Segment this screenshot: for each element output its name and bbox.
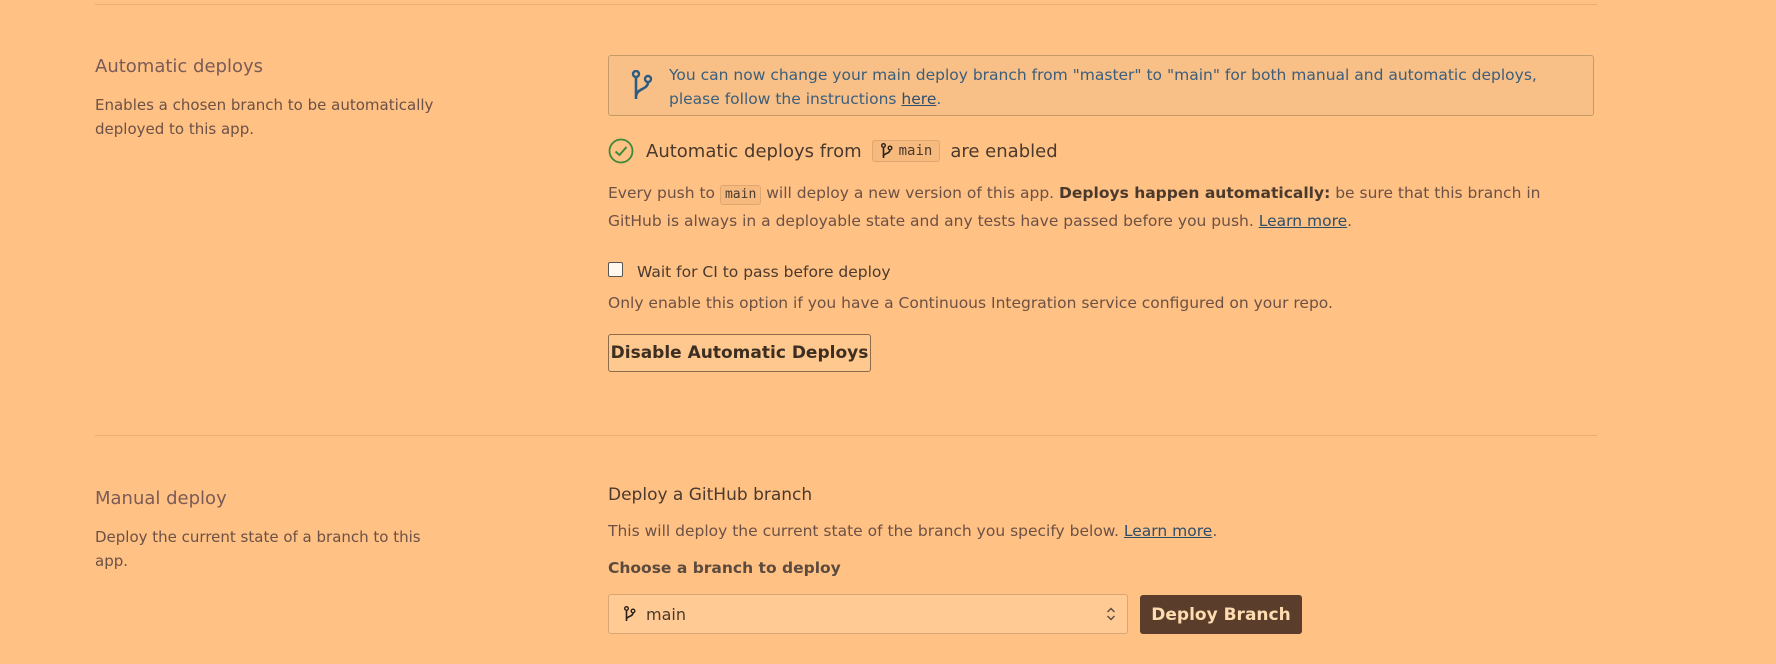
para-part-2: will deploy a new version of this app.	[761, 184, 1060, 202]
check-circle-icon	[608, 138, 634, 164]
info-banner: You can now change your main deploy bran…	[608, 55, 1594, 116]
deploy-branch-description: This will deploy the current state of th…	[608, 522, 1217, 540]
auto-deploy-status: Automatic deploys from main are enabled	[608, 136, 1058, 166]
choose-branch-label: Choose a branch to deploy	[608, 559, 841, 577]
deploy-branch-button[interactable]: Deploy Branch	[1140, 595, 1302, 634]
status-prefix: Automatic deploys from	[646, 140, 862, 162]
para-bold: Deploys happen automatically:	[1059, 184, 1331, 202]
ci-hint: Only enable this option if you have a Co…	[608, 294, 1333, 312]
manual-deploy-title: Manual deploy	[95, 488, 227, 509]
disable-auto-deploys-button[interactable]: Disable Automatic Deploys	[608, 334, 871, 372]
para-part-1: Every push to	[608, 184, 716, 202]
ci-checkbox-label[interactable]: Wait for CI to pass before deploy	[637, 263, 891, 281]
deploy-github-branch-title: Deploy a GitHub branch	[608, 485, 813, 505]
git-branch-icon	[631, 70, 653, 99]
status-suffix: are enabled	[950, 140, 1058, 162]
manual-learn-more-link[interactable]: Learn more	[1124, 522, 1212, 540]
section-divider	[95, 435, 1597, 436]
info-banner-text: You can now change your main deploy bran…	[669, 63, 1579, 111]
auto-deploys-title: Automatic deploys	[95, 56, 264, 77]
banner-here-link[interactable]: here	[901, 90, 936, 108]
auto-deploys-description: Enables a chosen branch to be automatica…	[95, 96, 434, 138]
branch-select[interactable]: main	[608, 594, 1128, 634]
banner-period: .	[936, 90, 942, 108]
git-branch-icon	[880, 143, 893, 158]
manual-deploy-description: Deploy the current state of a branch to …	[95, 528, 421, 570]
top-divider	[95, 4, 1597, 5]
ci-checkbox-row[interactable]: Wait for CI to pass before deploy	[608, 261, 891, 281]
branch-pill: main	[871, 140, 941, 162]
selected-branch: main	[646, 604, 686, 624]
banner-message: You can now change your main deploy bran…	[669, 66, 1537, 108]
status-branch-name: main	[898, 143, 933, 159]
learn-more-link[interactable]: Learn more	[1259, 212, 1347, 230]
ci-checkbox[interactable]	[608, 261, 623, 277]
para-period: .	[1347, 212, 1353, 230]
auto-deploy-explanation: Every push to main will deploy a new ver…	[608, 179, 1588, 235]
select-chevron-icon	[1107, 607, 1115, 621]
sub-desc-period: .	[1212, 522, 1218, 540]
sub-desc-text: This will deploy the current state of th…	[608, 522, 1124, 540]
para-branch-code: main	[719, 185, 762, 205]
git-branch-icon	[624, 606, 636, 621]
